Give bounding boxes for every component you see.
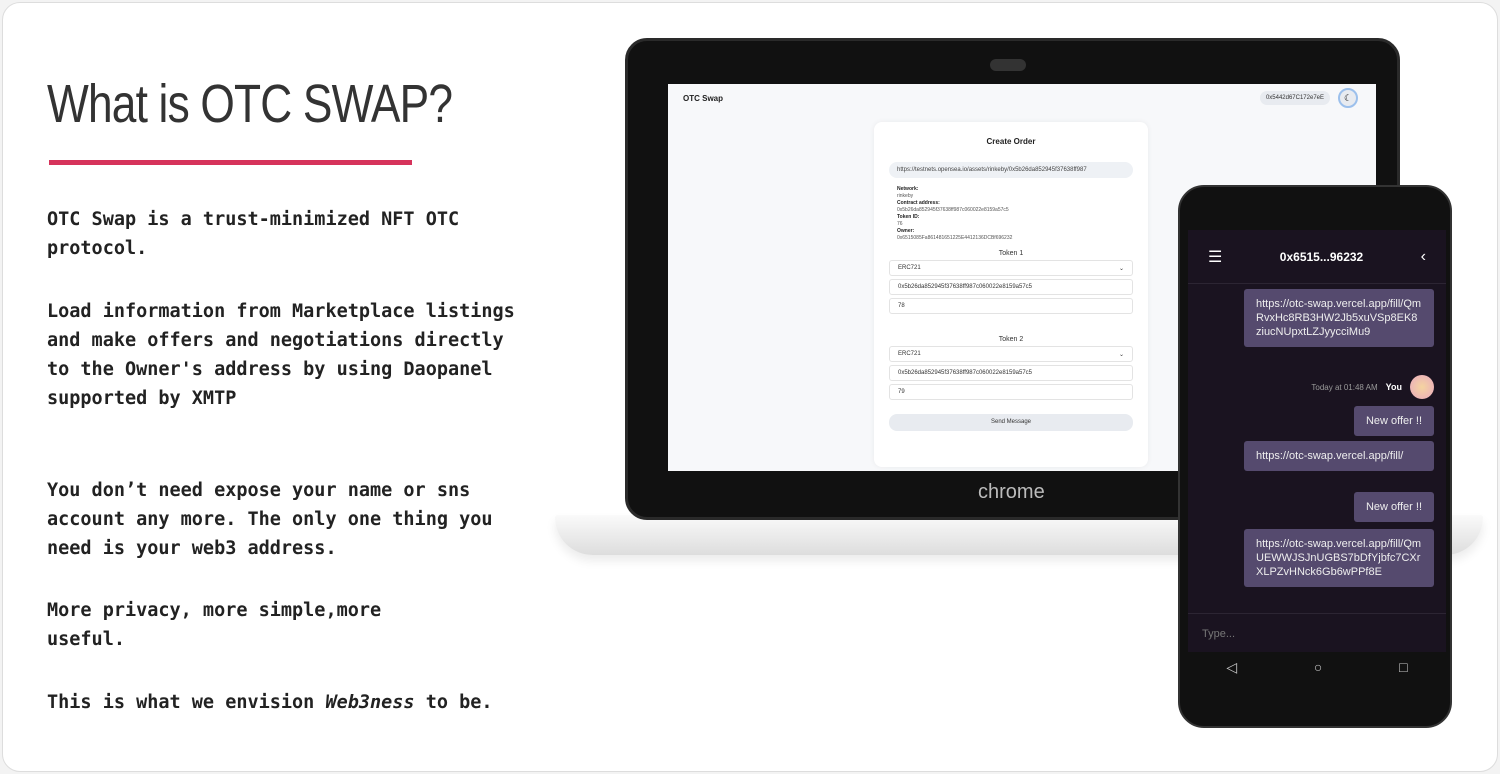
emphasis: Web3ness bbox=[325, 692, 415, 713]
token2-id-input[interactable]: 79 bbox=[889, 384, 1133, 400]
title-underline bbox=[49, 160, 412, 165]
message-bubble[interactable]: https://otc-swap.vercel.app/fill/QmUEWWJ… bbox=[1244, 529, 1434, 587]
value: ERC721 bbox=[898, 265, 921, 271]
paragraph: Load information from Marketplace listin… bbox=[47, 301, 515, 409]
token1-label: Token 1 bbox=[998, 250, 1024, 257]
app-title: OTC Swap bbox=[683, 94, 724, 103]
token1-address-input[interactable]: 0x5b26da852945f37638ff987c060022e8159a57… bbox=[889, 279, 1133, 295]
message-bubble[interactable]: https://otc-swap.vercel.app/fill/ bbox=[1244, 441, 1434, 471]
page-title: What is OTC SWAP? bbox=[47, 74, 453, 134]
home-circle-icon[interactable]: ○ bbox=[1314, 659, 1322, 675]
theme-toggle-moon-icon[interactable]: ☾ bbox=[1338, 88, 1358, 108]
chat-title: 0x6515...96232 bbox=[1279, 249, 1364, 264]
phone-screen: ☰ 0x6515...96232 ‹ https://otc-swap.verc… bbox=[1188, 230, 1446, 652]
paragraph: More privacy, more simple,more useful. bbox=[47, 600, 382, 650]
message-meta: Today at 01:48 AM You bbox=[1311, 375, 1434, 399]
phone: ☰ 0x6515...96232 ‹ https://otc-swap.verc… bbox=[1178, 185, 1452, 728]
message-bubble[interactable]: New offer !! bbox=[1353, 492, 1434, 522]
token2-address-input[interactable]: 0x5b26da852945f37638ff987c060022e8159a57… bbox=[889, 365, 1133, 381]
text: to be. bbox=[414, 692, 493, 713]
message-input[interactable]: Type... bbox=[1188, 613, 1446, 652]
url-input[interactable]: https://testnets.opensea.io/assets/rinke… bbox=[889, 162, 1133, 178]
token1-id-input[interactable]: 78 bbox=[889, 298, 1133, 314]
token2-standard-select[interactable]: ERC721 ⌄ bbox=[889, 346, 1133, 362]
back-triangle-icon[interactable]: ◁ bbox=[1226, 659, 1237, 676]
label: Contract address: bbox=[897, 200, 940, 206]
asset-info: Network: rinkeby Contract address: 0x5b26d… bbox=[897, 186, 1125, 242]
send-message-button[interactable]: Send Message bbox=[889, 414, 1133, 431]
laptop-brand: chrome bbox=[978, 481, 1045, 503]
label: Owner: bbox=[897, 228, 915, 234]
message-bubble[interactable]: https://otc-swap.vercel.app/fill/QmRvxHc… bbox=[1244, 289, 1434, 347]
menu-icon[interactable]: ☰ bbox=[1208, 247, 1222, 267]
back-chevron-icon[interactable]: ‹ bbox=[1421, 248, 1426, 266]
paragraph: This is what we envision Web3ness to be. bbox=[47, 688, 517, 717]
label: Network: bbox=[897, 186, 919, 192]
form-heading: Create Order bbox=[986, 137, 1036, 146]
token1-standard-select[interactable]: ERC721 ⌄ bbox=[889, 260, 1133, 276]
recents-square-icon[interactable]: □ bbox=[1399, 659, 1407, 675]
chevron-down-icon: ⌄ bbox=[1118, 352, 1124, 358]
value: ERC721 bbox=[898, 351, 921, 357]
label: Token ID: bbox=[897, 214, 920, 220]
value: 0x5b26da852945f37638ff987c060022e8159a57… bbox=[897, 207, 1009, 213]
message-bubble[interactable]: New offer !! bbox=[1353, 406, 1434, 436]
webcam bbox=[990, 59, 1026, 71]
avatar bbox=[1410, 375, 1434, 399]
text: This is what we envision bbox=[47, 692, 326, 713]
value: 76 bbox=[897, 221, 903, 227]
timestamp: Today at 01:48 AM bbox=[1311, 382, 1378, 392]
token2-label: Token 2 bbox=[998, 336, 1024, 343]
chat-header: ☰ 0x6515...96232 ‹ bbox=[1188, 230, 1446, 284]
value: rinkeby bbox=[897, 193, 914, 199]
chevron-down-icon: ⌄ bbox=[1118, 266, 1124, 272]
create-order-form: Create Order https://testnets.opensea.io… bbox=[874, 122, 1148, 467]
paragraph: OTC Swap is a trust-minimized NFT OTC pr… bbox=[47, 209, 460, 259]
value: 0x6515085Fa861481651225E4412136DCBf69623… bbox=[897, 235, 1013, 241]
sender: You bbox=[1385, 382, 1402, 392]
wallet-button[interactable]: 0x5442d67C172e7eE bbox=[1259, 91, 1330, 105]
paragraph: You don’t need expose your name or sns a… bbox=[47, 480, 493, 559]
android-nav-bar: ◁ ○ □ bbox=[1188, 652, 1446, 682]
